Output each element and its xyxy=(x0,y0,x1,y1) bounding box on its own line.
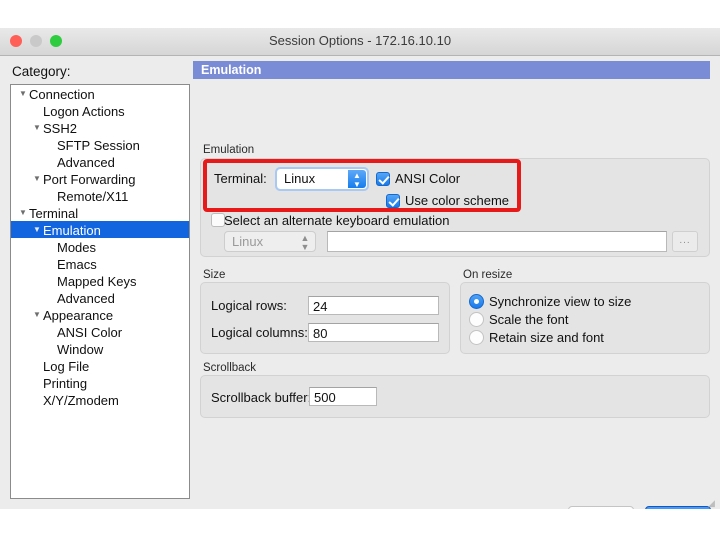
sidebar-item-label: Appearance xyxy=(43,308,114,324)
sidebar-item-terminal[interactable]: ▼ Terminal xyxy=(11,204,189,221)
radio-retain-size-and-font[interactable] xyxy=(469,330,484,345)
dialog-body: Category: ▼ Connection Logon Actions ▼ SSH2 S… xyxy=(0,56,720,509)
logical-columns-input[interactable]: 80 xyxy=(308,323,439,342)
sidebar-item-printing[interactable]: Printing xyxy=(11,374,189,391)
radio-label-retain-size-and-font: Retain size and font xyxy=(489,330,604,345)
sidebar-item-window[interactable]: Window xyxy=(11,340,189,357)
terminal-select[interactable]: Linux ▲ ▼ xyxy=(275,167,369,191)
sidebar-item-label: Mapped Keys xyxy=(57,274,137,290)
use-color-scheme-label: Use color scheme xyxy=(405,193,510,208)
pane-header-title: Emulation xyxy=(193,61,710,79)
on-resize-group-label: On resize xyxy=(463,269,513,281)
sidebar-item-emacs[interactable]: Emacs xyxy=(11,255,189,272)
sidebar-item-advanced[interactable]: Advanced xyxy=(11,153,189,170)
chevron-down-icon[interactable]: ▼ xyxy=(31,306,43,323)
sidebar-item-label: Advanced xyxy=(57,155,115,171)
sidebar-item-appearance[interactable]: ▼ Appearance xyxy=(11,306,189,323)
sidebar-item-sftp-session[interactable]: SFTP Session xyxy=(11,136,189,153)
radio-label-synchronize-view-to-size: Synchronize view to size xyxy=(489,294,632,309)
terminal-label: Terminal: xyxy=(214,171,267,186)
alternate-keyboard-path-input[interactable] xyxy=(327,231,667,252)
use-color-scheme-checkbox[interactable] xyxy=(386,194,400,208)
sidebar-item-port-forwarding[interactable]: ▼ Port Forwarding xyxy=(11,170,189,187)
sidebar-item-label: SSH2 xyxy=(43,121,77,137)
sidebar-item-x-y-zmodem[interactable]: X/Y/Zmodem xyxy=(11,391,189,408)
sidebar-item-label: Modes xyxy=(57,240,97,256)
scrollback-buffer-input[interactable]: 500 xyxy=(309,387,377,406)
chevron-updown-icon: ▲ ▼ xyxy=(348,170,366,189)
chevron-down-icon[interactable]: ▼ xyxy=(31,170,43,187)
sidebar-item-advanced[interactable]: Advanced xyxy=(11,289,189,306)
sidebar-item-label: Emacs xyxy=(57,257,97,273)
cancel-button[interactable]: Cancel xyxy=(568,506,634,509)
ansi-color-label: ANSI Color xyxy=(395,171,461,186)
sidebar-item-label: Printing xyxy=(43,376,88,392)
chevron-updown-icon: ▲ ▼ xyxy=(300,233,310,252)
sidebar-item-label: Terminal xyxy=(29,206,79,222)
logical-rows-label: Logical rows: xyxy=(211,298,287,313)
scrollback-buffer-label: Scrollback buffer: xyxy=(211,390,312,405)
terminal-select-value: Linux xyxy=(284,171,316,186)
window-title: Session Options - 172.16.10.10 xyxy=(268,33,452,48)
alternate-keyboard-checkbox[interactable] xyxy=(211,213,225,227)
category-tree[interactable]: ▼ Connection Logon Actions ▼ SSH2 SFTP Sessio… xyxy=(10,84,190,499)
sidebar-item-label: X/Y/Zmodem xyxy=(43,393,119,409)
settings-pane: Emulation xyxy=(193,58,710,504)
sidebar-item-label: Connection xyxy=(29,87,95,103)
resize-grip-icon[interactable]: ◢ xyxy=(708,498,718,508)
size-group-label: Size xyxy=(203,269,226,281)
chevron-down-icon[interactable]: ▼ xyxy=(17,85,29,102)
alternate-keyboard-select[interactable]: Linux ▲ ▼ xyxy=(224,231,316,252)
logical-columns-label: Logical columns: xyxy=(211,325,308,340)
sidebar-item-label: Logon Actions xyxy=(43,104,125,120)
sidebar-item-emulation[interactable]: ▼ Emulation xyxy=(11,221,189,238)
sidebar-item-label: Window xyxy=(57,342,104,358)
radio-label-scale-the-font: Scale the font xyxy=(489,312,569,327)
emulation-group-label: Emulation xyxy=(203,144,255,156)
ansi-color-checkbox[interactable] xyxy=(376,172,390,186)
sidebar-item-label: Log File xyxy=(43,359,90,375)
sidebar-item-connection[interactable]: ▼ Connection xyxy=(11,85,189,102)
sidebar-item-label: Emulation xyxy=(43,223,101,239)
sidebar-item-ansi-color[interactable]: ANSI Color xyxy=(11,323,189,340)
sidebar-item-mapped-keys[interactable]: Mapped Keys xyxy=(11,272,189,289)
alternate-keyboard-label: Select an alternate keyboard emulation xyxy=(224,213,450,228)
sidebar-item-ssh2[interactable]: ▼ SSH2 xyxy=(11,119,189,136)
sidebar-item-remote-x11[interactable]: Remote/X11 xyxy=(11,187,189,204)
sidebar-item-label: ANSI Color xyxy=(57,325,123,341)
category-label: Category: xyxy=(12,64,71,79)
chevron-down-icon[interactable]: ▼ xyxy=(17,204,29,221)
scrollback-group-label: Scrollback xyxy=(203,362,257,374)
sidebar-item-logon-actions[interactable]: Logon Actions xyxy=(11,102,189,119)
browse-button[interactable]: ... xyxy=(672,231,698,252)
sidebar-item-label: Port Forwarding xyxy=(43,172,136,188)
sidebar-item-modes[interactable]: Modes xyxy=(11,238,189,255)
chevron-down-icon[interactable]: ▼ xyxy=(31,221,43,238)
chevron-down-icon[interactable]: ▼ xyxy=(31,119,43,136)
logical-rows-input[interactable]: 24 xyxy=(308,296,439,315)
sidebar-item-log-file[interactable]: Log File xyxy=(11,357,189,374)
sidebar-item-label: Advanced xyxy=(57,291,115,307)
alternate-keyboard-select-value: Linux xyxy=(232,234,264,249)
ok-button[interactable]: OK xyxy=(645,506,711,509)
radio-synchronize-view-to-size[interactable] xyxy=(469,294,484,309)
size-group-box xyxy=(200,282,450,354)
window-titlebar: Session Options - 172.16.10.10 xyxy=(0,28,720,56)
radio-scale-the-font[interactable] xyxy=(469,312,484,327)
sidebar-item-label: Remote/X11 xyxy=(57,189,129,205)
session-options-window: Session Options - 172.16.10.10 Category:… xyxy=(0,28,720,509)
sidebar-item-label: SFTP Session xyxy=(57,138,140,154)
